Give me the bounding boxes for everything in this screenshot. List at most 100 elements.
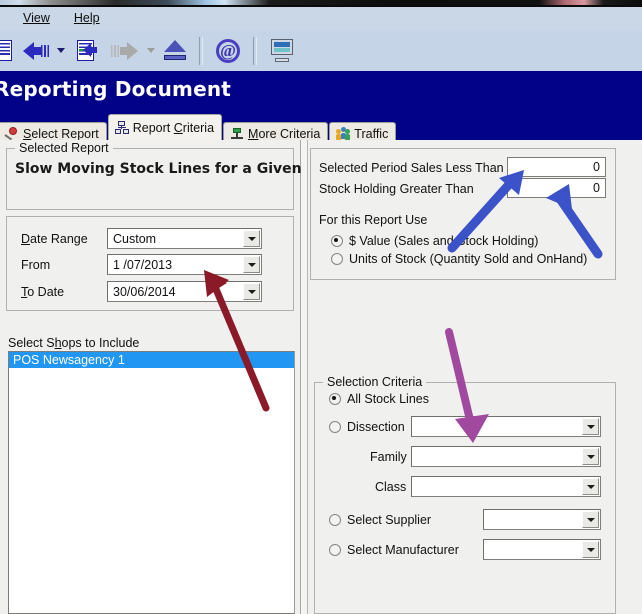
sales-less-than-value: 0	[593, 160, 600, 174]
radio-all-stock-lines[interactable]: All Stock Lines	[329, 392, 429, 406]
radio-select-manufacturer[interactable]: Select Manufacturer	[329, 543, 459, 557]
date-range-combo[interactable]: Custom	[107, 228, 262, 249]
tab-report-criteria[interactable]: Report Criteria	[107, 114, 223, 140]
monitor-preview-icon	[269, 39, 295, 62]
menu-item-help[interactable]: Help	[65, 9, 109, 28]
panel-divider	[301, 140, 308, 614]
for-this-report-use-label: For this Report Use	[319, 213, 428, 227]
to-date-label: To Date	[21, 285, 65, 299]
chevron-down-icon[interactable]	[243, 256, 260, 273]
family-combo[interactable]	[411, 446, 601, 467]
tab-report-criteria-label: Report Criteria	[132, 120, 215, 135]
radio-units-of-stock-label: Units of Stock (Quantity Sold and OnHand…	[349, 252, 588, 266]
date-range-group: Date Range Custom From 1 /07/2013 To Dat…	[6, 216, 294, 311]
toolbar-back-dropdown[interactable]	[56, 33, 66, 69]
radio-units-of-stock[interactable]: Units of Stock (Quantity Sold and OnHand…	[331, 252, 587, 266]
toolbar-separator	[253, 36, 257, 65]
radio-select-manufacturer-label: Select Manufacturer	[347, 543, 459, 557]
tab-select-report-label: SSelect Reportelect Report	[23, 126, 99, 141]
chevron-down-icon[interactable]	[243, 230, 260, 247]
toolbar-document-lines-button[interactable]	[0, 33, 16, 69]
tab-traffic-label: Traffic	[354, 126, 389, 141]
select-shops-label: Select Shops to Include	[8, 336, 140, 350]
email-at-icon: @	[216, 38, 240, 63]
document-lines-icon	[0, 40, 12, 61]
radio-dissection-label: Dissection	[347, 420, 405, 434]
selection-criteria-legend: Selection Criteria	[323, 375, 427, 389]
radio-all-stock-lines-label: All Stock Lines	[347, 392, 429, 406]
menu-item-view[interactable]: View	[14, 9, 59, 28]
family-label: Family	[370, 450, 407, 464]
toolbar-eject-button[interactable]	[156, 33, 194, 69]
class-combo[interactable]	[411, 476, 601, 497]
to-date-value: 30/06/2014	[113, 284, 176, 299]
stock-holding-greater-than-input[interactable]: 0	[507, 178, 606, 198]
toolbar-forward-dropdown[interactable]	[146, 33, 156, 69]
radio-button[interactable]	[329, 544, 341, 556]
class-label: Class	[375, 480, 407, 494]
shops-listbox[interactable]: POS Newsagency 1	[8, 351, 295, 614]
supplier-combo[interactable]	[483, 509, 601, 530]
people-icon	[336, 126, 351, 141]
parent-window-sliver	[0, 0, 642, 7]
pushpin-icon	[4, 126, 19, 141]
chevron-down-icon[interactable]	[582, 478, 599, 495]
stock-holding-greater-than-label: Stock Holding Greater Than	[319, 182, 474, 196]
eject-icon	[163, 40, 187, 61]
chevron-down-icon[interactable]	[582, 541, 599, 558]
back-arrow-icon	[23, 41, 50, 61]
manufacturer-combo[interactable]	[483, 539, 601, 560]
document-title-band: Reporting Document	[0, 71, 642, 116]
toolbar-back-button[interactable]	[16, 33, 56, 69]
dissection-combo[interactable]	[411, 416, 601, 437]
selection-criteria-group: Selection Criteria All Stock Lines Disse…	[314, 375, 616, 614]
radio-select-supplier-label: Select Supplier	[347, 513, 432, 527]
forward-arrow-icon	[111, 41, 138, 61]
chevron-down-icon[interactable]	[582, 418, 599, 435]
radio-dollar-value[interactable]: $ Value (Sales and Stock Holding)	[331, 234, 538, 248]
radio-button[interactable]	[329, 393, 341, 405]
tool-icon	[230, 127, 244, 141]
sales-less-than-label: Selected Period Sales Less Than	[319, 161, 504, 175]
radio-button[interactable]	[329, 514, 341, 526]
chevron-down-icon	[57, 48, 65, 53]
radio-button[interactable]	[331, 235, 343, 247]
from-date-value: 1 /07/2013	[113, 257, 173, 272]
from-label: From	[21, 258, 51, 272]
stock-holding-greater-than-value: 0	[593, 181, 600, 195]
radio-button[interactable]	[331, 253, 343, 265]
tab-strip: SSelect Reportelect Report Report Criter…	[0, 114, 642, 144]
toolbar-forward-button[interactable]	[104, 33, 146, 69]
toolbar-preview-button[interactable]	[262, 33, 302, 69]
selected-report-group: Selected Report Slow Moving Stock Lines …	[6, 141, 358, 210]
right-panel: Selected Period Sales Less Than 0 Stock …	[308, 140, 642, 614]
chevron-down-icon	[147, 48, 155, 53]
toolbar-separator	[199, 36, 203, 65]
date-range-value: Custom	[113, 231, 157, 246]
toolbar: @	[0, 30, 642, 72]
toolbar-document-insert-button[interactable]	[66, 33, 104, 69]
page-title: Reporting Document	[0, 77, 232, 101]
menu-bar: View Help	[0, 7, 642, 31]
to-date-combo[interactable]: 30/06/2014	[107, 281, 262, 302]
menu-item-help-label: Help	[73, 11, 100, 25]
radio-dissection[interactable]: Dissection	[329, 420, 405, 434]
radio-button[interactable]	[329, 421, 341, 433]
thresholds-group: Selected Period Sales Less Than 0 Stock …	[310, 148, 616, 280]
selected-report-legend: Selected Report	[15, 141, 113, 155]
tab-more-criteria-label: More Criteria	[248, 126, 321, 141]
list-item[interactable]: POS Newsagency 1	[9, 352, 294, 368]
toolbar-email-button[interactable]: @	[208, 33, 248, 69]
radio-select-supplier[interactable]: Select Supplier	[329, 513, 431, 527]
chevron-down-icon[interactable]	[582, 448, 599, 465]
application-window: View Help @ Reporting Document Select Re…	[0, 0, 642, 614]
org-chart-icon	[114, 120, 129, 135]
chevron-down-icon[interactable]	[582, 511, 599, 528]
left-panel: Selected Report Slow Moving Stock Lines …	[0, 140, 358, 614]
sales-less-than-input[interactable]: 0	[507, 157, 606, 177]
from-date-combo[interactable]: 1 /07/2013	[107, 254, 262, 275]
radio-dollar-value-label: $ Value (Sales and Stock Holding)	[349, 234, 539, 248]
insert-left-arrow-icon	[83, 42, 99, 60]
date-range-label: Date Range	[21, 232, 88, 246]
chevron-down-icon[interactable]	[243, 283, 260, 300]
